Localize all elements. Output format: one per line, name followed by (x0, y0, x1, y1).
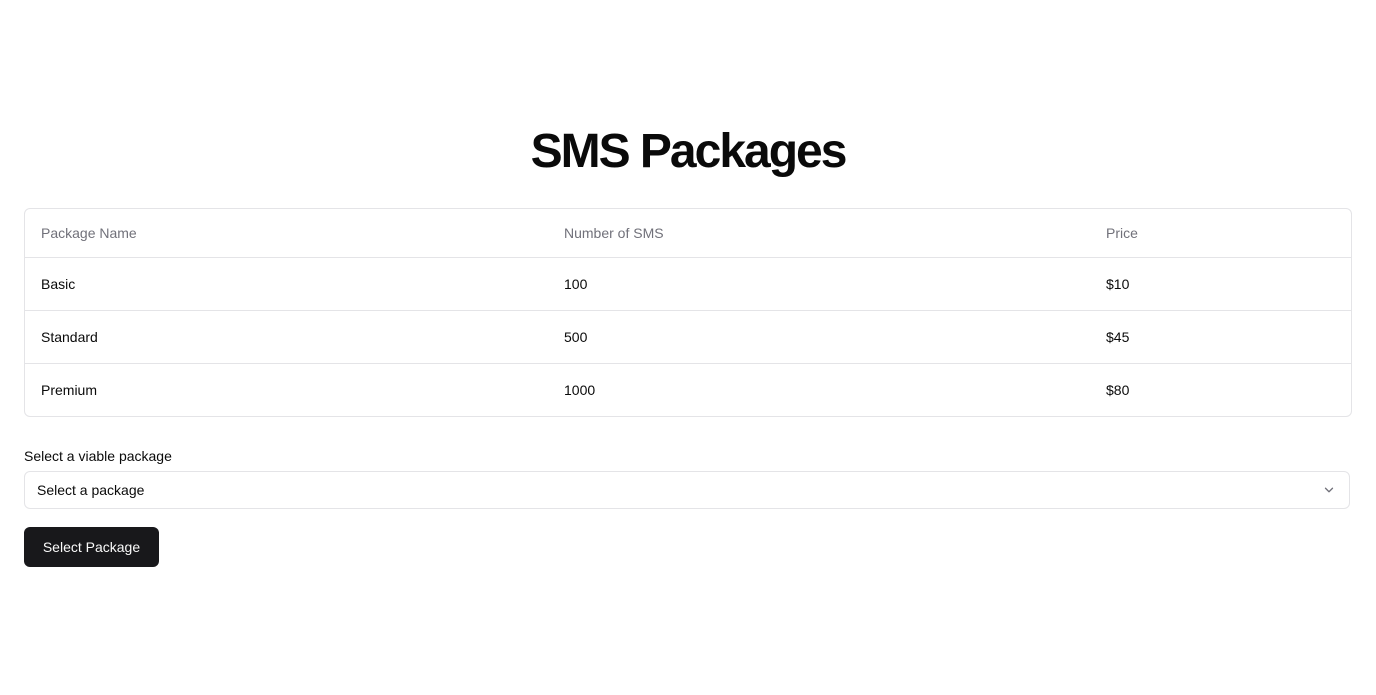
package-select-value: Select a package (37, 482, 145, 498)
column-header-number-of-sms: Number of SMS (548, 209, 1090, 258)
package-name-cell: Standard (25, 310, 548, 364)
sms-count-cell: 500 (548, 310, 1090, 364)
price-cell: $10 (1090, 257, 1351, 311)
table-row: Premium 1000 $80 (25, 364, 1351, 417)
table-header-row: Package Name Number of SMS Price (25, 209, 1351, 258)
packages-table: Package Name Number of SMS Price Basic 1… (25, 209, 1351, 416)
sms-count-cell: 1000 (564, 382, 596, 398)
table-row: Basic 100 $10 (25, 257, 1351, 311)
chevron-down-icon (1321, 482, 1337, 498)
package-select[interactable]: Select a package (24, 471, 1350, 509)
select-package-button[interactable]: Select Package (24, 527, 159, 567)
packages-table-container: Package Name Number of SMS Price Basic 1… (24, 208, 1352, 417)
table-row: Standard 500 $45 (25, 310, 1351, 364)
package-name-cell: Basic (25, 257, 548, 311)
price-cell: $45 (1090, 310, 1351, 364)
package-name-cell: Premium (41, 382, 98, 398)
column-header-price: Price (1090, 209, 1351, 258)
page-title: SMS Packages (530, 125, 848, 178)
page: SMS Packages Package Name Number of SMS … (0, 0, 1376, 695)
column-header-package-name: Package Name (25, 209, 548, 258)
price-cell: $80 (1106, 382, 1130, 398)
package-select-label: Select a viable package (24, 448, 172, 464)
sms-count-cell: 100 (548, 257, 1090, 311)
